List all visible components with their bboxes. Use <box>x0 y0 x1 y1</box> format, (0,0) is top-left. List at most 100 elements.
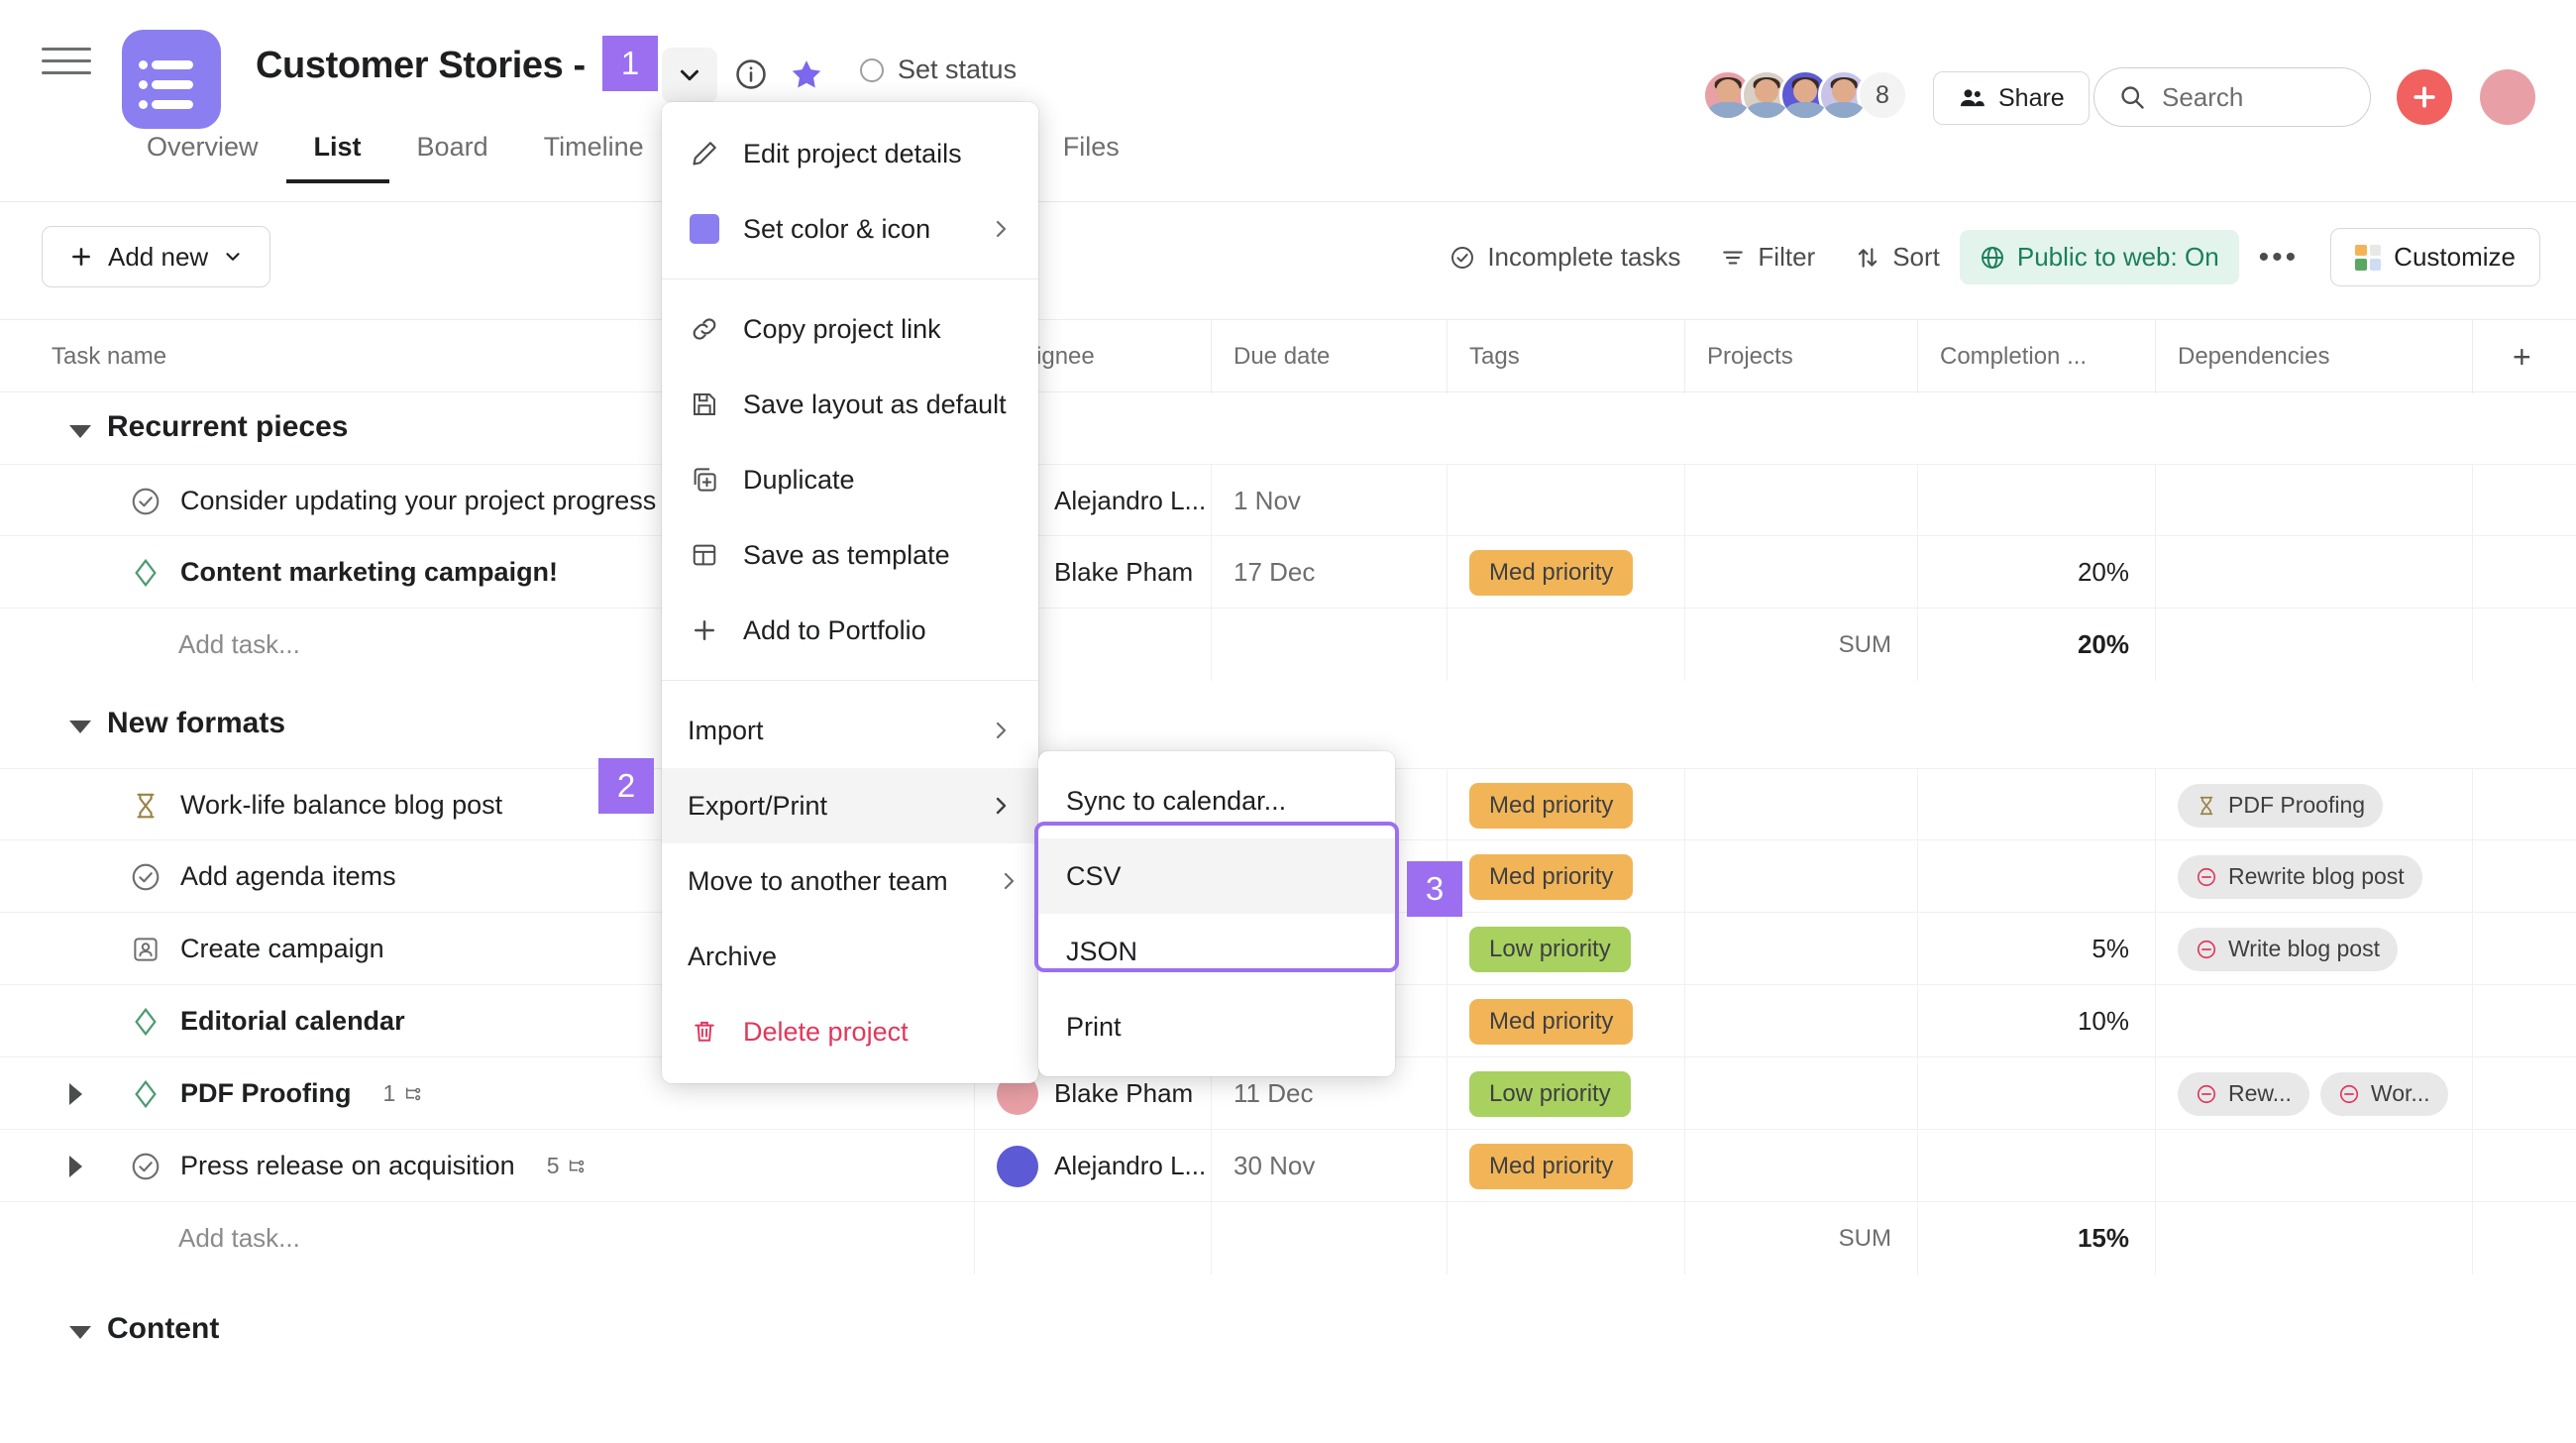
customize-button[interactable]: Customize <box>2330 228 2540 286</box>
menu-item-set-color-and-icon[interactable]: Set color & icon <box>662 191 1038 267</box>
diamond-milestone-icon[interactable] <box>129 1077 162 1111</box>
tab-list[interactable]: List <box>285 132 389 183</box>
submenu-item-print[interactable]: Print <box>1038 989 1395 1064</box>
more-options-button[interactable]: ••• <box>2239 237 2319 278</box>
status-badge[interactable]: Med priority <box>1469 998 1634 1045</box>
dependencies-cell[interactable] <box>2155 536 2472 609</box>
completion-cell[interactable] <box>1917 1057 2155 1130</box>
dependency-badge[interactable]: Rewrite blog post <box>2178 854 2422 899</box>
task-name[interactable]: PDF Proofing <box>180 1078 351 1109</box>
column-header-projects[interactable]: Projects <box>1684 320 1917 393</box>
dependency-badge[interactable]: Write blog post <box>2178 927 2398 971</box>
task-name[interactable]: Work-life balance blog post <box>180 790 502 821</box>
task-name[interactable]: Consider updating your project progress <box>180 486 656 516</box>
completion-cell[interactable]: 5% <box>1917 913 2155 985</box>
completion-cell[interactable] <box>1917 840 2155 913</box>
completion-cell[interactable] <box>1917 769 2155 841</box>
avatar[interactable] <box>997 1145 1038 1187</box>
user-avatar[interactable] <box>2480 69 2535 125</box>
add-task-label[interactable]: Add task... <box>178 629 300 660</box>
info-circle-icon[interactable] <box>728 52 774 97</box>
member-avatars[interactable]: 8 <box>1702 69 1908 121</box>
create-button[interactable] <box>2397 69 2452 125</box>
submenu-item-csv[interactable]: CSV <box>1038 838 1395 914</box>
set-status-button[interactable]: Set status <box>860 55 1017 85</box>
public-to-web-toggle[interactable]: Public to web: On <box>1959 230 2239 284</box>
column-header-due-date[interactable]: Due date <box>1211 320 1447 393</box>
column-header-completion[interactable]: Completion ... <box>1917 320 2155 393</box>
due-date[interactable]: 30 Nov <box>1234 1151 1315 1181</box>
check-circle-icon[interactable] <box>129 485 162 518</box>
column-header-tags[interactable]: Tags <box>1447 320 1684 393</box>
dependencies-cell[interactable] <box>2155 465 2472 537</box>
add-task-label[interactable]: Add task... <box>178 1223 300 1254</box>
hamburger-menu-icon[interactable] <box>42 48 91 81</box>
add-task-row[interactable]: Add task... SUM 15% <box>0 1202 2576 1275</box>
task-name[interactable]: Add agenda items <box>180 861 396 892</box>
due-date[interactable]: 17 Dec <box>1234 557 1315 588</box>
submenu-item-json[interactable]: JSON <box>1038 914 1395 989</box>
chevron-right-icon[interactable] <box>69 1083 82 1105</box>
due-date[interactable]: 11 Dec <box>1234 1078 1313 1109</box>
task-name[interactable]: Editorial calendar <box>180 1006 405 1037</box>
status-badge[interactable]: Low priority <box>1469 1070 1631 1117</box>
menu-item-copy-project-link[interactable]: Copy project link <box>662 291 1038 367</box>
star-filled-icon[interactable] <box>786 54 827 95</box>
table-row[interactable]: Press release on acquisition 5 Alejandro… <box>0 1130 2576 1202</box>
projects-cell[interactable] <box>1684 913 1917 985</box>
search-input[interactable]: Search <box>2093 67 2371 127</box>
status-badge[interactable]: Med priority <box>1469 1143 1634 1189</box>
due-date[interactable]: 1 Nov <box>1234 486 1301 516</box>
chevron-down-icon[interactable] <box>69 721 91 733</box>
avatar[interactable] <box>1818 69 1870 121</box>
add-new-button[interactable]: Add new <box>42 226 271 287</box>
completion-cell[interactable]: 10% <box>1917 985 2155 1057</box>
column-header-dependencies[interactable]: Dependencies <box>2155 320 2472 393</box>
dependencies-cell[interactable] <box>2155 985 2472 1057</box>
task-name[interactable]: Create campaign <box>180 934 384 964</box>
menu-item-edit-project-details[interactable]: Edit project details <box>662 116 1038 191</box>
menu-item-add-to-portfolio[interactable]: Add to Portfolio <box>662 593 1038 668</box>
chevron-down-icon[interactable] <box>662 48 717 103</box>
menu-item-archive[interactable]: Archive <box>662 919 1038 994</box>
menu-item-export-print[interactable]: Export/Print <box>662 768 1038 843</box>
section-header-content[interactable]: Content <box>0 1275 2576 1384</box>
status-badge[interactable]: Med priority <box>1469 853 1634 900</box>
diamond-milestone-icon[interactable] <box>129 1005 162 1039</box>
projects-cell[interactable] <box>1684 465 1917 537</box>
status-badge[interactable]: Low priority <box>1469 926 1631 972</box>
filter-button[interactable]: Filter <box>1700 230 1835 284</box>
completion-cell[interactable] <box>1917 1130 2155 1202</box>
menu-item-delete-project[interactable]: Delete project <box>662 994 1038 1069</box>
sort-button[interactable]: Sort <box>1835 230 1960 284</box>
tab-board[interactable]: Board <box>389 132 516 183</box>
dependencies-cell[interactable] <box>2155 1130 2472 1202</box>
section-header-recurrent-pieces[interactable]: Recurrent pieces <box>0 392 2576 464</box>
projects-cell[interactable] <box>1684 840 1917 913</box>
tab-timeline[interactable]: Timeline <box>516 132 672 183</box>
chevron-down-icon[interactable] <box>69 425 91 438</box>
table-row[interactable]: Consider updating your project progress … <box>0 464 2576 537</box>
table-row[interactable]: Content marketing campaign! Blake Pham 1… <box>0 536 2576 609</box>
check-circle-icon[interactable] <box>129 860 162 894</box>
check-circle-icon[interactable] <box>129 1150 162 1183</box>
tab-files[interactable]: Files <box>1035 132 1147 183</box>
menu-item-import[interactable]: Import <box>662 693 1038 768</box>
submenu-item-sync-to-calendar[interactable]: Sync to calendar... <box>1038 763 1395 838</box>
share-button[interactable]: Share <box>1933 71 2090 125</box>
tab-overview[interactable]: Overview <box>119 132 286 183</box>
projects-cell[interactable] <box>1684 536 1917 609</box>
add-column-button[interactable]: + <box>2472 320 2576 393</box>
task-name[interactable]: Content marketing campaign! <box>180 557 558 588</box>
menu-item-duplicate[interactable]: Duplicate <box>662 442 1038 517</box>
completion-cell[interactable]: 20% <box>1917 536 2155 609</box>
add-task-row[interactable]: Add task... SUM 20% <box>0 609 2576 681</box>
hourglass-approval-icon[interactable] <box>129 789 162 823</box>
dependency-badge[interactable]: Rew... <box>2178 1071 2309 1116</box>
projects-cell[interactable] <box>1684 1130 1917 1202</box>
completion-cell[interactable] <box>1917 465 2155 537</box>
dependency-badge[interactable]: PDF Proofing <box>2178 783 2384 828</box>
status-badge[interactable]: Med priority <box>1469 549 1634 596</box>
projects-cell[interactable] <box>1684 985 1917 1057</box>
dependency-badge[interactable]: Wor... <box>2319 1071 2448 1116</box>
